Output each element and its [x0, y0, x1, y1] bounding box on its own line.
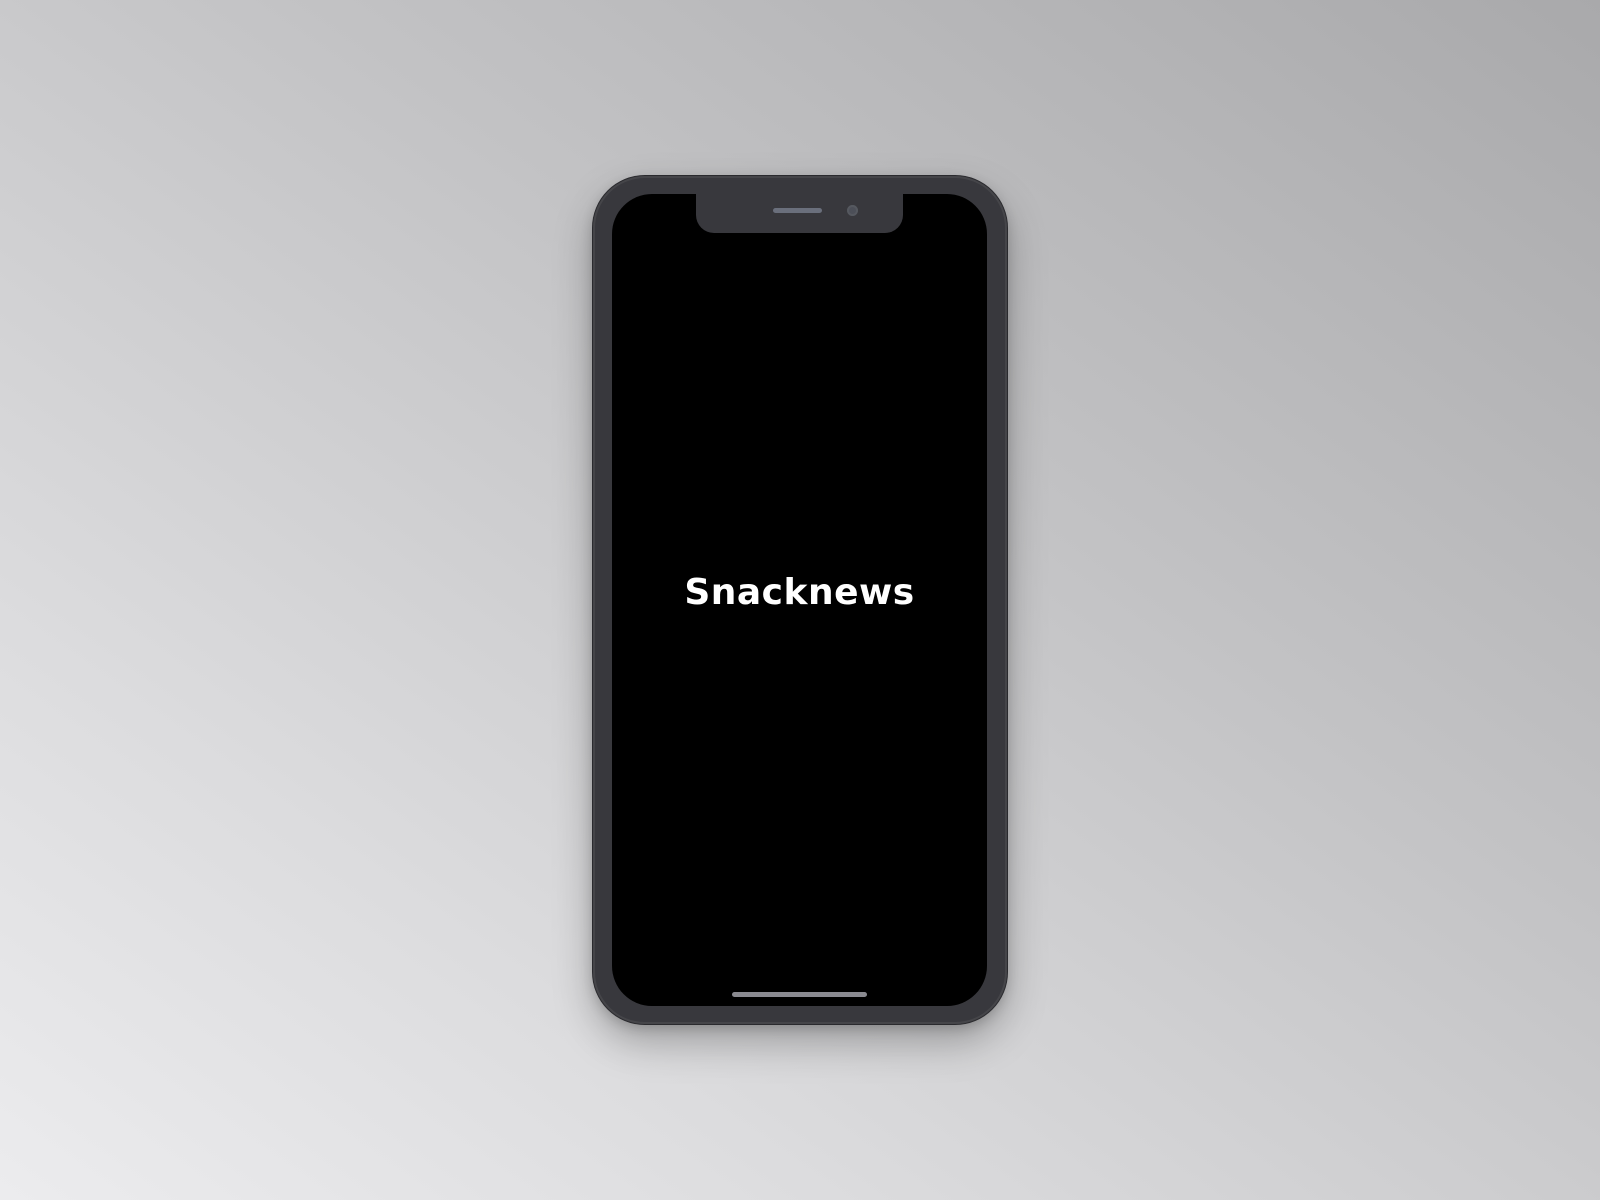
phone-frame: Snacknews [593, 176, 1007, 1024]
notch [696, 194, 903, 233]
splash-logo-text: Snacknews [684, 572, 915, 613]
mockup-background: { "app": { "brand_name": "Snacknews" }, … [0, 0, 1600, 1200]
phone-screen[interactable]: Snacknews [612, 194, 987, 1006]
speaker-grille-icon [773, 208, 822, 213]
home-indicator[interactable] [732, 992, 867, 997]
front-camera-icon [847, 205, 858, 216]
